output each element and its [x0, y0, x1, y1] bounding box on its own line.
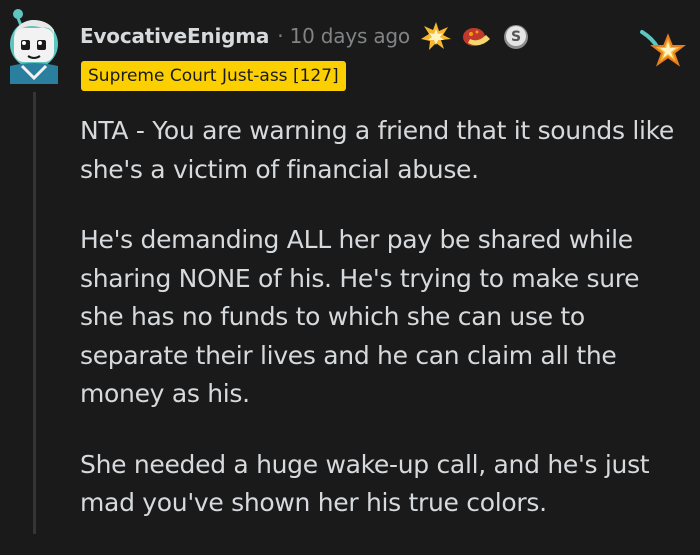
timestamp[interactable]: 10 days ago — [290, 24, 411, 48]
separator: · — [277, 24, 284, 48]
award-star-icon[interactable] — [638, 28, 686, 68]
thread-line[interactable] — [33, 92, 36, 534]
comment: EvocativeEnigma · 10 days ago S Supreme … — [0, 0, 700, 534]
comment-header: EvocativeEnigma · 10 days ago S — [80, 20, 532, 52]
username[interactable]: EvocativeEnigma — [80, 24, 269, 48]
comment-paragraph: He's demanding ALL her pay be shared whi… — [80, 225, 640, 408]
avatar-icon[interactable] — [4, 6, 62, 84]
comment-paragraph: She needed a huge wake-up call, and he's… — [80, 449, 650, 518]
explosion-award-icon[interactable] — [420, 21, 452, 51]
user-flair: Supreme Court Just-ass [127] — [81, 61, 346, 91]
svg-text:S: S — [511, 29, 521, 45]
comment-body: NTA - You are warning a friend that it s… — [80, 112, 690, 555]
awards[interactable]: S — [420, 21, 532, 51]
silver-coin-award-icon[interactable]: S — [500, 21, 532, 51]
comment-paragraph: NTA - You are warning a friend that it s… — [80, 116, 674, 184]
food-award-icon[interactable] — [460, 21, 492, 51]
